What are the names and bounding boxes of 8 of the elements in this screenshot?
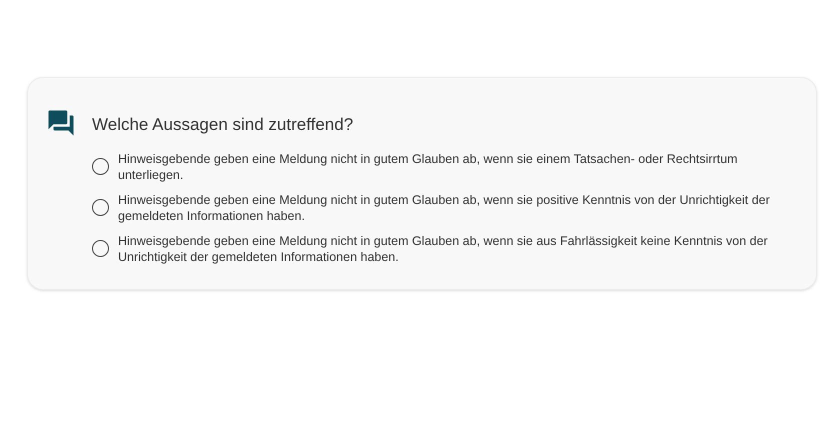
chat-bubbles-icon bbox=[46, 108, 76, 138]
option-text: Hinweisgebende geben eine Meldung nicht in gutem Glauben ab, wenn sie aus Fahrlässigkeit keine Kenntnis von der Unrichtigkeit der gemeldeten Informationen haben. bbox=[118, 232, 769, 264]
option-text: Hinweisgebende geben eine Meldung nicht in gutem Glauben ab, wenn sie einem Tatsachen- oder Rechtsirrtum unterliegen. bbox=[118, 150, 739, 182]
radio-button[interactable] bbox=[92, 199, 109, 216]
option-text: Hinweisgebende geben eine Meldung nicht in gutem Glauben ab, wenn sie positive Kenntnis von der Unrichtigkeit der gemeldeten Informationen haben. bbox=[118, 192, 771, 224]
radio-button[interactable] bbox=[92, 240, 109, 257]
question-title: Welche Aussagen sind zutreffend? bbox=[92, 114, 354, 136]
radio-button[interactable] bbox=[92, 158, 109, 175]
